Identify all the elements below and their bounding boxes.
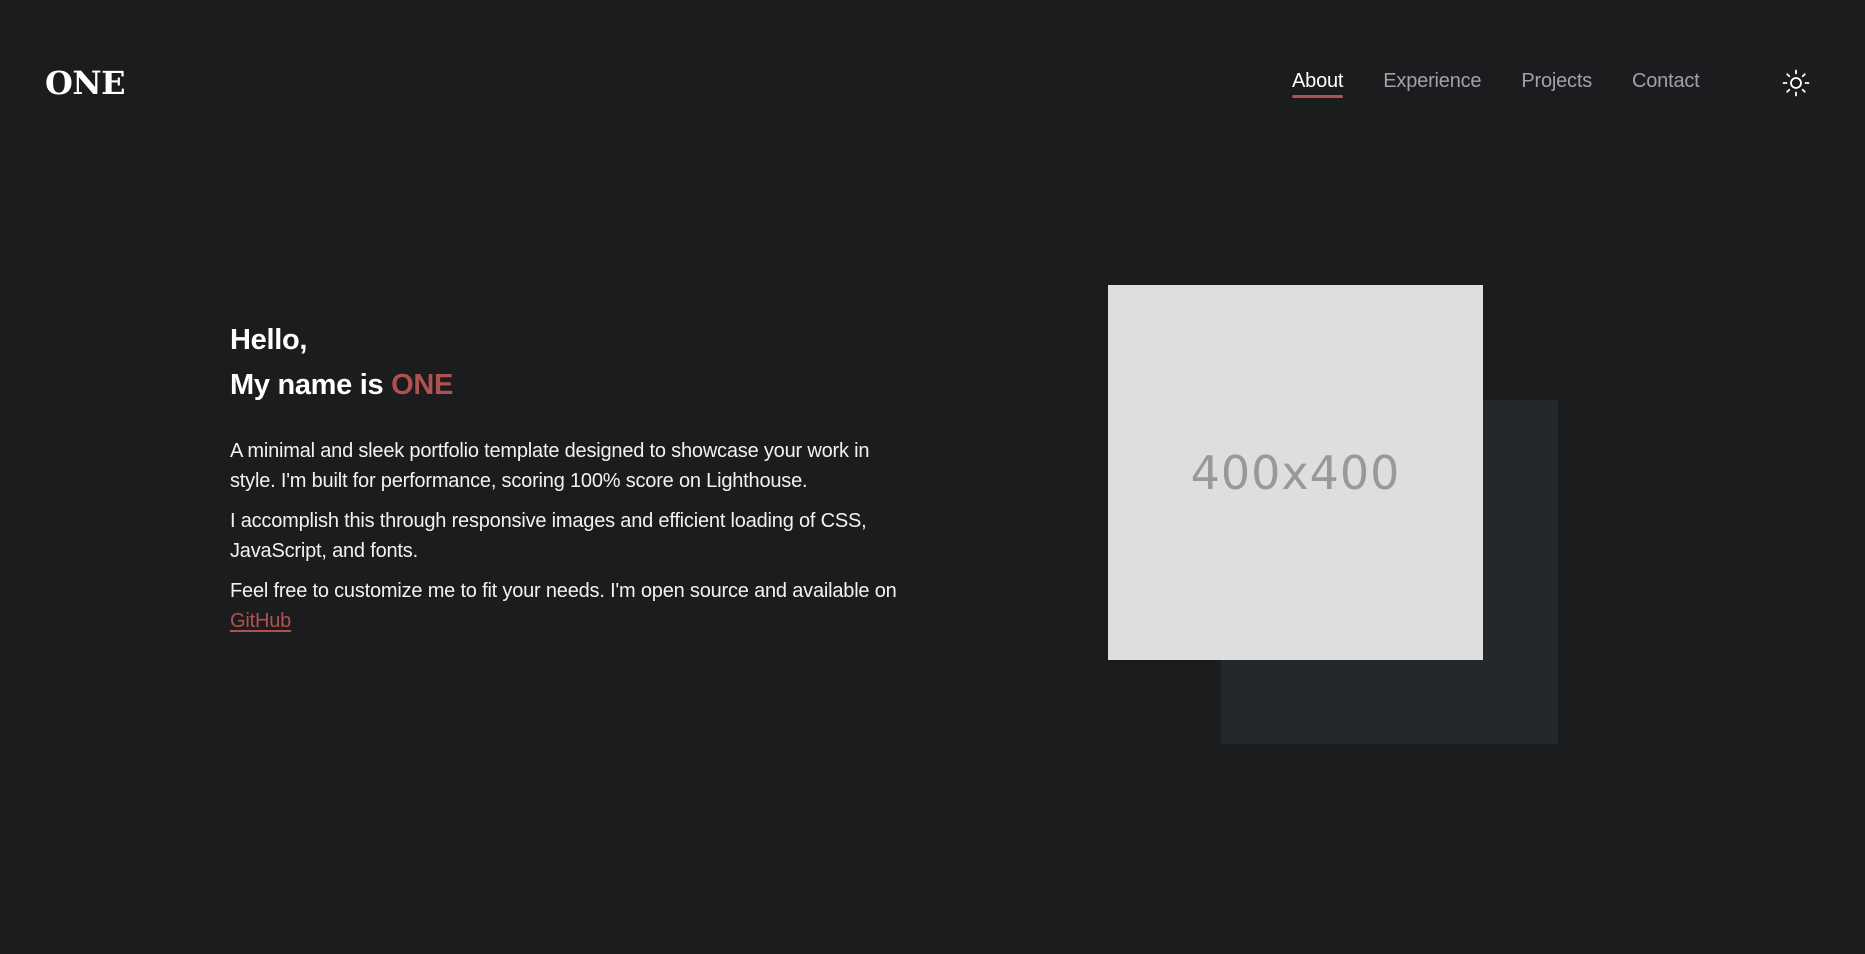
nav-item-contact[interactable]: Contact <box>1632 66 1700 96</box>
main-nav: About Experience Projects Contact <box>1292 66 1700 98</box>
nav-item-experience[interactable]: Experience <box>1383 66 1481 96</box>
profile-image-placeholder: 400x400 <box>1108 285 1483 660</box>
greeting-prefix: My name is <box>230 369 392 401</box>
nav-item-projects[interactable]: Projects <box>1521 66 1592 96</box>
nav-item-about[interactable]: About <box>1292 66 1344 98</box>
performance-paragraph: I accomplish this through responsive ima… <box>230 510 867 562</box>
open-source-paragraph: Feel free to customize me to fit your ne… <box>230 576 910 636</box>
theme-toggle-button[interactable] <box>1781 68 1811 98</box>
greeting-line-2: My name is ONE <box>230 363 910 408</box>
greeting-line-1: Hello, <box>230 324 308 356</box>
github-link[interactable]: GitHub <box>230 610 291 632</box>
placeholder-label: 400x400 <box>1190 445 1401 500</box>
intro-paragraph: A minimal and sleek portfolio template d… <box>230 440 870 492</box>
open-source-text: Feel free to customize me to fit your ne… <box>230 580 897 602</box>
sun-icon <box>1782 69 1810 97</box>
site-logo[interactable]: ONE <box>45 62 126 104</box>
greeting-name: ONE <box>391 369 454 401</box>
hero-section: Hello, My name is ONE A minimal and slee… <box>230 318 910 646</box>
